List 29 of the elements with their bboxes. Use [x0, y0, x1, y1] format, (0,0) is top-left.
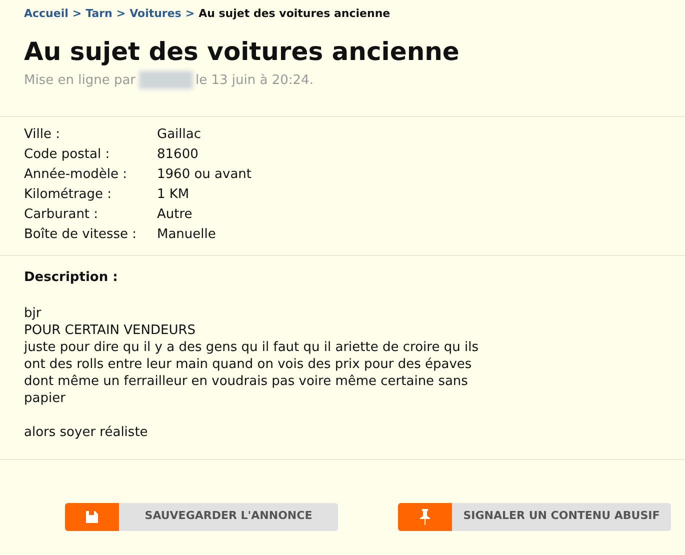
detail-value: 81600 — [157, 146, 198, 164]
pushpin-icon — [420, 508, 430, 524]
byline-text: Mise en ligne par — [24, 72, 136, 90]
byline-date: le 13 juin à 20:24. — [196, 72, 314, 90]
detail-label: Kilométrage : — [24, 186, 113, 204]
description-paragraph: alors soyer réaliste — [24, 424, 149, 440]
detail-value: 1 KM — [157, 186, 190, 204]
breadcrumb-separator: > — [72, 6, 82, 22]
detail-label: Année-modèle : — [24, 166, 128, 184]
breadcrumb-link[interactable]: Accueil — [24, 6, 68, 22]
blurred-name — [138, 71, 193, 90]
detail-value: Gaillac — [157, 126, 201, 144]
detail-value: Autre — [157, 206, 192, 224]
detail-value: 1960 ou avant — [157, 166, 252, 184]
breadcrumb-current: Au sujet des voitures ancienne — [198, 6, 390, 22]
detail-label: Carburant : — [24, 206, 100, 224]
description-heading: Description : — [24, 269, 119, 287]
detail-value: Manuelle — [157, 226, 216, 244]
detail-label: Code postal : — [24, 146, 111, 164]
report-button[interactable]: SIGNALER UN CONTENU ABUSIF — [398, 502, 671, 530]
page-title: Au sujet des voitures ancienne — [23, 36, 460, 66]
breadcrumb-separator: > — [185, 6, 195, 22]
save-ad-button[interactable]: SAUVEGARDER L'ANNONCE — [65, 502, 338, 530]
detail-label: Boîte de vitesse : — [24, 226, 138, 244]
description-paragraph: bjr POUR CERTAIN VENDEURS juste pour dire qu il y a des gens qu il faut qu il ariette de croire qu ils ont des rolls entre leur main quand on vois des prix pour des épaves dont même un ferrailleur en voudrais pas voire même certaine sans papier — [24, 304, 480, 406]
detail-label: Ville : — [24, 126, 61, 144]
breadcrumb-link[interactable]: Voitures — [130, 6, 182, 22]
breadcrumb-link[interactable]: Tarn — [86, 6, 112, 22]
breadcrumb-separator: > — [116, 6, 126, 22]
